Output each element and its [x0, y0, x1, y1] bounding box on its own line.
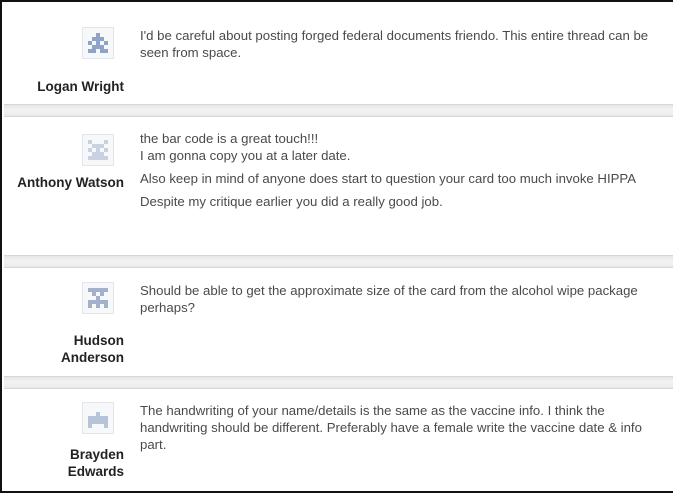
post-message: I am gonna copy you at a later date. [140, 148, 351, 163]
post-body: the bar code is a great touch!!! I am go… [124, 117, 673, 255]
avatar[interactable] [82, 402, 114, 434]
author-name[interactable]: Hudson Anderson [14, 332, 124, 366]
post-message: the bar code is a great touch!!! [140, 131, 319, 146]
post-message: Should be able to get the approximate si… [140, 283, 638, 315]
avatar[interactable] [82, 282, 114, 314]
post: Logan Wright I'd be careful about postin… [4, 4, 673, 104]
author-name[interactable]: Logan Wright [4, 78, 124, 95]
post-body: I'd be careful about posting forged fede… [124, 4, 673, 104]
post-author: Hudson Anderson [4, 268, 124, 376]
identicon-avatar-icon [88, 33, 108, 53]
post-message: The handwriting of your name/details is … [140, 403, 642, 452]
identicon-avatar-icon [88, 288, 108, 308]
post-body: Should be able to get the approximate si… [124, 268, 673, 376]
post: Hudson Anderson Should be able to get th… [4, 268, 673, 376]
post-divider [4, 376, 673, 389]
author-name[interactable]: Brayden Edwards [14, 446, 124, 480]
post: Brayden Edwards The handwriting of your … [4, 389, 673, 489]
post-author: Brayden Edwards [4, 389, 124, 489]
author-name[interactable]: Anthony Watson [14, 174, 124, 191]
thread: Logan Wright I'd be careful about postin… [4, 4, 673, 489]
post-author: Logan Wright [4, 4, 124, 104]
post-message: Also keep in mind of anyone does start t… [140, 171, 637, 186]
post-author: Anthony Watson [4, 117, 124, 255]
post-message: Despite my critique earlier you did a re… [140, 194, 443, 209]
post-divider [4, 104, 673, 117]
avatar[interactable] [82, 27, 114, 59]
thread-frame: Logan Wright I'd be careful about postin… [0, 0, 673, 493]
identicon-avatar-icon [88, 140, 108, 160]
post: Anthony Watson the bar code is a great t… [4, 117, 673, 255]
avatar[interactable] [82, 134, 114, 166]
post-body: The handwriting of your name/details is … [124, 389, 673, 489]
post-divider [4, 255, 673, 268]
identicon-avatar-icon [88, 412, 108, 428]
post-message: I'd be careful about posting forged fede… [140, 28, 649, 60]
